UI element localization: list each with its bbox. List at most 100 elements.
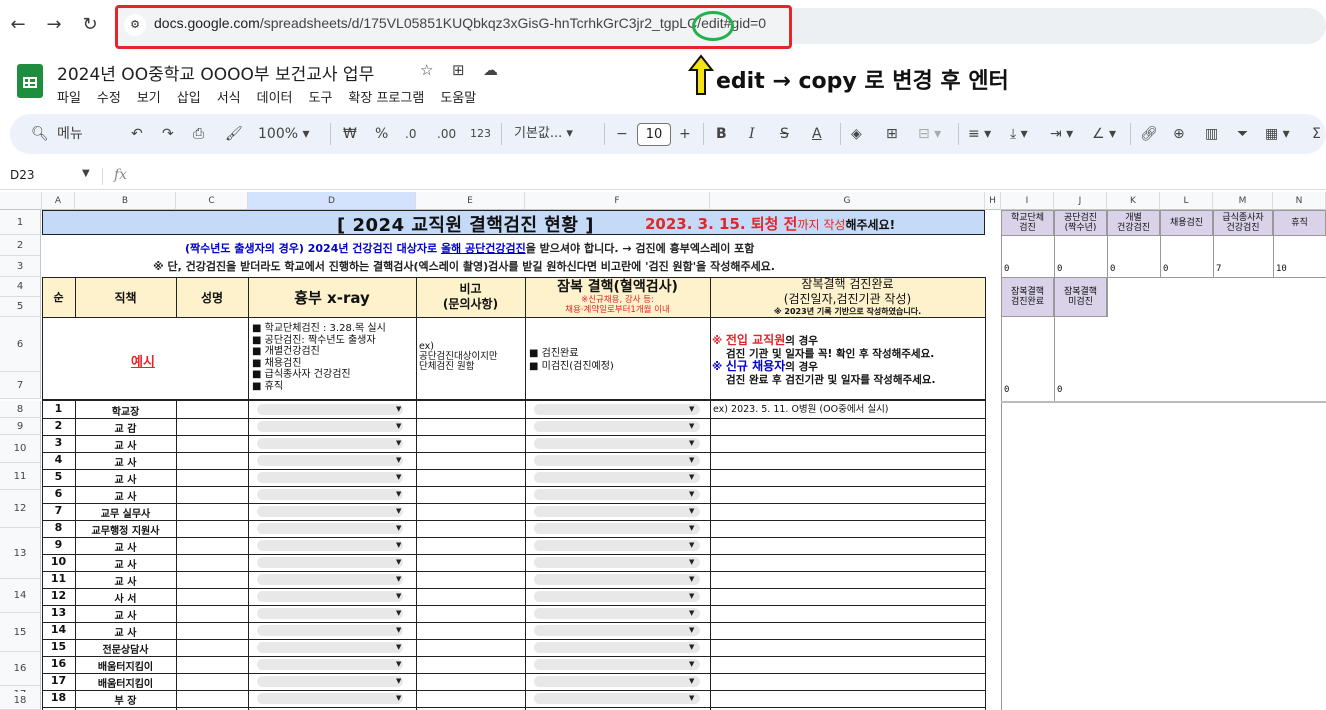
column-header-a[interactable]: A bbox=[42, 192, 75, 210]
menu-file[interactable]: 파일 bbox=[57, 87, 81, 107]
undo-icon[interactable]: ↶ bbox=[131, 124, 143, 144]
bold-button[interactable]: B bbox=[716, 124, 727, 144]
latent-dropdown[interactable] bbox=[534, 455, 700, 466]
row-job[interactable]: 배움터지킴이 bbox=[75, 658, 176, 673]
row-header[interactable]: 18 bbox=[0, 692, 41, 710]
column-header-n[interactable]: N bbox=[1273, 192, 1326, 210]
latent-dropdown[interactable] bbox=[534, 489, 700, 500]
chevron-down-icon[interactable]: ▼ bbox=[396, 473, 401, 481]
filter-icon[interactable]: ⏷ bbox=[1237, 124, 1248, 144]
table-row[interactable] bbox=[42, 435, 985, 452]
latent-dropdown[interactable] bbox=[534, 642, 700, 653]
spreadsheet-grid[interactable]: A B C D E F G H I J K L M N 1 2 3 4 5 6 … bbox=[0, 192, 1326, 710]
chevron-down-icon[interactable]: ▼ bbox=[689, 575, 694, 583]
arrow-left-icon[interactable]: ← bbox=[5, 12, 31, 38]
chevron-down-icon[interactable]: ▼ bbox=[689, 558, 694, 566]
table-row[interactable] bbox=[42, 588, 985, 605]
table-row[interactable] bbox=[42, 639, 985, 656]
row-header[interactable]: 13 bbox=[0, 528, 41, 579]
latent-dropdown[interactable] bbox=[534, 659, 700, 670]
chevron-down-icon[interactable]: ▼ bbox=[396, 558, 401, 566]
column-header-f[interactable]: F bbox=[525, 192, 710, 210]
borders-icon[interactable]: ⊞ bbox=[886, 124, 898, 144]
chevron-down-icon[interactable]: ▼ bbox=[396, 660, 401, 668]
latent-dropdown[interactable] bbox=[534, 574, 700, 585]
latent-dropdown[interactable] bbox=[534, 693, 700, 704]
row-job[interactable]: 교 사 bbox=[75, 488, 176, 503]
chevron-down-icon[interactable]: ▼ bbox=[689, 677, 694, 685]
column-header-i[interactable]: I bbox=[1001, 192, 1054, 210]
strikethrough-button[interactable]: S bbox=[780, 124, 789, 144]
font-family-select[interactable]: 기본값... ▾ bbox=[514, 124, 573, 144]
sheets-logo-icon[interactable] bbox=[17, 64, 43, 98]
chevron-down-icon[interactable]: ▼ bbox=[396, 456, 401, 464]
table-row[interactable] bbox=[42, 537, 985, 554]
url-text[interactable]: docs.google.com/spreadsheets/d/175VL0585… bbox=[154, 15, 766, 31]
table-row[interactable] bbox=[42, 554, 985, 571]
chevron-down-icon[interactable]: ▼ bbox=[689, 609, 694, 617]
search-icon[interactable]: 🔍︎ bbox=[31, 124, 49, 144]
xray-dropdown[interactable] bbox=[257, 472, 403, 483]
row-job[interactable]: 부 장 bbox=[75, 692, 176, 707]
latent-dropdown[interactable] bbox=[534, 608, 700, 619]
row-header[interactable]: 8 bbox=[0, 401, 41, 418]
decrease-decimal-button[interactable]: .0 bbox=[405, 124, 416, 144]
chevron-down-icon[interactable]: ▼ bbox=[689, 694, 694, 702]
table-row[interactable] bbox=[42, 520, 985, 537]
chevron-down-icon[interactable]: ▼ bbox=[396, 541, 401, 549]
menu-tools[interactable]: 도구 bbox=[309, 87, 333, 107]
menu-view[interactable]: 보기 bbox=[137, 87, 161, 107]
xray-dropdown[interactable] bbox=[257, 591, 403, 602]
chart-icon[interactable]: ▥ bbox=[1205, 124, 1218, 144]
row-job[interactable]: 사 서 bbox=[75, 590, 176, 605]
menu-help[interactable]: 도움말 bbox=[440, 87, 476, 107]
table-row[interactable] bbox=[42, 452, 985, 469]
column-header-l[interactable]: L bbox=[1160, 192, 1213, 210]
menu-format[interactable]: 서식 bbox=[217, 87, 241, 107]
chevron-down-icon[interactable]: ▼ bbox=[396, 524, 401, 532]
chevron-down-icon[interactable]: ▼ bbox=[396, 575, 401, 583]
print-icon[interactable]: ⎙ bbox=[193, 124, 204, 144]
align-vertical-icon[interactable]: ⤓ ▾ bbox=[1010, 124, 1028, 144]
latent-dropdown[interactable] bbox=[534, 421, 700, 432]
merge-cells-icon[interactable]: ⊟ ▾ bbox=[918, 124, 941, 144]
increase-decimal-button[interactable]: .00 bbox=[437, 124, 456, 144]
row-job[interactable]: 교 사 bbox=[75, 437, 176, 452]
chevron-down-icon[interactable]: ▼ bbox=[689, 660, 694, 668]
row-job[interactable]: 교 사 bbox=[75, 454, 176, 469]
menu-data[interactable]: 데이터 bbox=[257, 87, 293, 107]
filter-views-icon[interactable]: ▦ ▾ bbox=[1265, 124, 1290, 144]
table-row[interactable] bbox=[42, 469, 985, 486]
column-header-g[interactable]: G bbox=[710, 192, 985, 210]
chevron-down-icon[interactable]: ▼ bbox=[689, 490, 694, 498]
chevron-down-icon[interactable]: ▼ bbox=[396, 609, 401, 617]
latent-dropdown[interactable] bbox=[534, 523, 700, 534]
table-row[interactable] bbox=[42, 605, 985, 622]
row-job[interactable]: 교 감 bbox=[75, 420, 176, 435]
row-header[interactable]: 4 bbox=[0, 277, 41, 297]
row-header[interactable]: 14 bbox=[0, 579, 41, 613]
chevron-down-icon[interactable]: ▼ bbox=[396, 643, 401, 651]
column-header-d[interactable]: D bbox=[248, 192, 416, 210]
search-menu-label[interactable]: 메뉴 bbox=[57, 124, 83, 144]
row-header[interactable]: 2 bbox=[0, 235, 41, 256]
row-job[interactable]: 교 사 bbox=[75, 539, 176, 554]
latent-dropdown[interactable] bbox=[534, 506, 700, 517]
xray-dropdown[interactable] bbox=[257, 506, 403, 517]
column-header-b[interactable]: B bbox=[75, 192, 176, 210]
number-format-button[interactable]: 123 bbox=[470, 124, 491, 144]
row-header[interactable]: 9 bbox=[0, 418, 41, 435]
row-header[interactable]: 6 bbox=[0, 317, 41, 372]
latent-dropdown[interactable] bbox=[534, 404, 700, 415]
text-rotate-icon[interactable]: ∠ ▾ bbox=[1092, 124, 1116, 144]
chevron-down-icon[interactable]: ▼ bbox=[689, 439, 694, 447]
column-header-e[interactable]: E bbox=[416, 192, 525, 210]
chevron-down-icon[interactable]: ▼ bbox=[689, 405, 694, 413]
chevron-down-icon[interactable]: ▼ bbox=[396, 694, 401, 702]
row-header[interactable]: 1 bbox=[0, 210, 41, 235]
chevron-down-icon[interactable]: ▼ bbox=[396, 592, 401, 600]
zoom-select[interactable]: 100% ▾ bbox=[258, 124, 310, 144]
latent-dropdown[interactable] bbox=[534, 625, 700, 636]
currency-button[interactable]: ₩ bbox=[343, 124, 357, 144]
row-header[interactable]: 12 bbox=[0, 490, 41, 528]
